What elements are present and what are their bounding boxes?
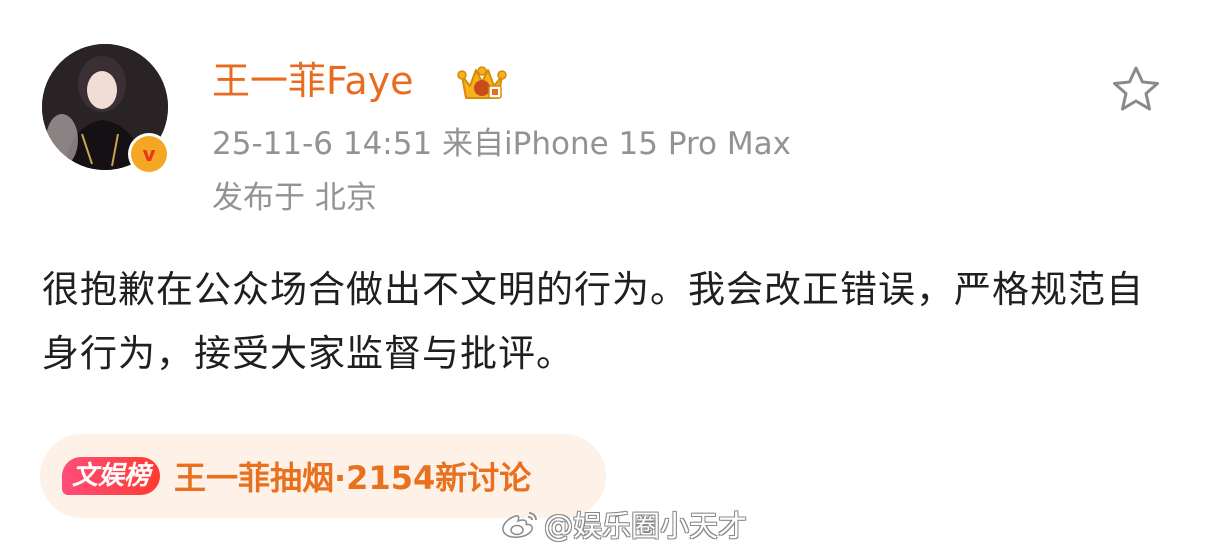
post-time-source: 25-11-6 14:51 来自iPhone 15 Pro Max: [212, 126, 791, 162]
post-location: 发布于 北京: [212, 180, 377, 216]
topic-text: 王一菲抽烟·2154新讨论: [174, 459, 532, 497]
watermark-text: @娱乐圈小天才: [544, 509, 748, 543]
post-text: 很抱歉在公众场合做出不文明的行为。我会改正错误，严格规范自身行为，接受大家监督与…: [42, 268, 1144, 375]
verified-mark: v: [142, 142, 156, 166]
weibo-post-card: v 王一菲Faye 25-11-6 14:51 来自iPhone 15 Pro …: [0, 0, 1206, 552]
gold-crown-badge-icon: [457, 66, 507, 99]
weibo-logo-icon: [502, 512, 537, 538]
verified-badge: v: [128, 133, 170, 175]
watermark: @娱乐圈小天才: [500, 504, 747, 544]
topic-ranking-tag: 文娱榜: [62, 457, 161, 495]
star-icon[interactable]: [1110, 64, 1162, 114]
author-name[interactable]: 王一菲Faye: [212, 55, 414, 107]
